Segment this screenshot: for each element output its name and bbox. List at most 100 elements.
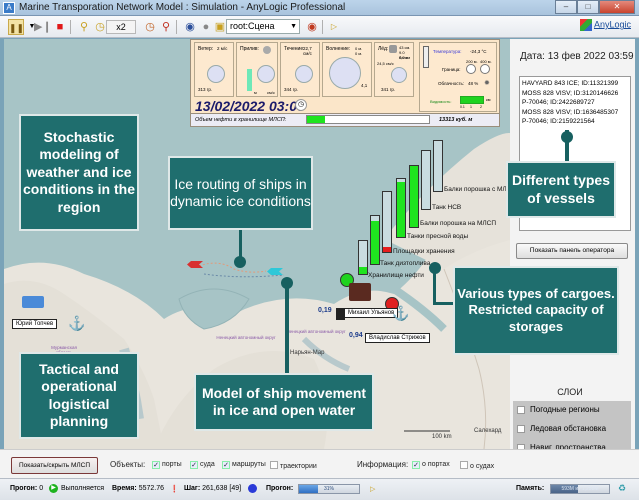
map-label-salekhard: Салехард [474,428,502,434]
pause-button[interactable]: ❚❚ [8,19,24,35]
ice-indicator [389,45,397,53]
cloud-icon: ✹ [484,80,490,87]
storage-tank-fill [410,166,418,227]
play-hint-icon[interactable]: ▷ [326,19,342,35]
ice-dial [391,67,407,83]
map-label-nenets-1: Ненецкий автономный округ [216,335,276,340]
storage-tank-fill [359,267,367,274]
callout-logistics-planning: Tactical and operational logistical plan… [19,352,139,439]
captain-label-topchev[interactable]: Юрий Топчев [12,319,58,329]
step-button[interactable]: ▶❙ [34,19,52,35]
speed-value: x2 [106,20,136,34]
layers-title: СЛОИ [557,387,583,397]
oil-storage-fill [307,116,326,123]
callout-knob [281,277,293,289]
run-state: Выполняется [61,485,105,492]
wind-dial [207,65,225,83]
run-progress-bar: 31% [298,484,360,494]
storage-tank [370,215,380,265]
captain-label-ulyanov[interactable]: Михаил Ульянов [344,308,399,318]
tide-dial [257,65,275,83]
tide-bar [247,69,252,91]
garbage-collect-icon[interactable]: ♻ [618,483,626,494]
speed-up-icon[interactable]: ◷ [142,19,158,35]
checkbox-routes[interactable]: ✓ маршруты [222,461,266,469]
storage-tank-label: Танк НСВ [432,204,462,211]
oil-storage-bar: Объем нефти в хранилище МЛСП: 13313 куб.… [191,113,499,126]
callout-cargo-types: Various types of cargoes. Restricted cap… [453,266,619,355]
callout-vessel-types: Different types of vessels [506,161,616,218]
border-1-indicator [466,64,476,74]
toggle-mlsp-button[interactable]: Показать/скрыть МЛСП [11,457,98,474]
minimize-button[interactable]: – [555,0,577,14]
checkbox-ships[interactable]: ✓ суда [190,461,215,469]
layer-ice-conditions[interactable]: Ледовая обстановка [513,420,631,438]
callout-knob [234,256,246,268]
layer-weather-regions[interactable]: Погодные регионы [513,401,631,419]
memory-bar: 593M из 1,258M [550,484,610,494]
ship-list-item[interactable]: P-70046; ID:2159221564 [522,117,628,127]
ship-list-item[interactable]: MOSS 828 VISV; ID:3120146626 [522,89,628,99]
chevron-down-icon: ▼ [290,23,297,30]
thermometer-icon [423,46,429,68]
experiment-icon[interactable]: ◉ [182,19,198,35]
wind-widget: Ветер: 2 м/с 313 гр. [194,42,234,97]
stop-button[interactable]: ■ [52,19,68,35]
checkbox[interactable] [517,425,525,433]
anchor-icon[interactable]: ⚓ [68,315,85,332]
callout-ship-movement: Model of ship movement in ice and open w… [194,373,374,431]
checkbox-port-info[interactable]: ✓ о портах [412,461,450,469]
slow-down-icon[interactable]: ⚲ [76,19,92,35]
status-bar: Прогон: 0 ▶ Выполняется Время: 5572.76 ❗… [0,478,639,500]
maximize-button[interactable]: □ [577,0,599,14]
storage-tank-label: Хранилище нефти [368,272,424,279]
storage-tank [358,240,368,275]
storage-tank-label: Танк дизтоплива [380,260,431,267]
play-hint-icon[interactable]: ▷ [370,485,375,493]
storage-tank-fill [397,181,405,237]
storage-tank [433,140,443,192]
current-datetime: 13/02/2022 03:00 [195,98,305,114]
storage-tank-label: Площадки хранения [393,248,455,255]
ship-list-item[interactable]: HAVYARD 843 ICE; ID:11321399 [522,79,628,89]
waves-dial [329,57,361,89]
ship-list-item[interactable]: MOSS 828 VISV; ID:1636485307 [522,108,628,118]
captain-value-strizhov: 0,94 [349,332,363,339]
view-area-icon[interactable]: ◉ [304,19,320,35]
app-icon: A [3,2,15,14]
show-operator-panel-button[interactable]: Показать панель оператора [516,243,628,259]
callout-knob [429,262,441,274]
storage-tank [409,165,419,228]
toolbar: ❚❚ ▼ ▶❙ ■ ⚲ ◷ x2 ◷ ⚲ ◉ ● ▣ root:Сцена ▼ ◉… [0,16,639,38]
callout-stem [285,282,289,377]
anylogic-logo[interactable]: AnyLogic [579,19,631,31]
port-murmansk-icon[interactable] [22,296,44,308]
visibility-bar [460,96,484,104]
checkbox-trajectories[interactable]: траектории [270,461,317,470]
checkbox-ports[interactable]: ✓ порты [152,461,182,469]
current-widget: Течение: 22,7 см/с 344 гр. [280,42,320,97]
fast-forward-icon[interactable]: ⚲ [158,19,174,35]
platform-mlsp-icon[interactable] [349,283,371,301]
checkbox[interactable] [517,406,525,414]
storage-tank-label: Балки порошка на МЛСП [420,220,496,227]
close-button[interactable]: ✕ [599,0,635,14]
current-dial [295,65,313,83]
storage-tank-fill [371,220,379,264]
tide-widget: Прилив: м см/с [236,42,278,97]
model-date: Дата: 13 фев 2022 03:59 [520,51,634,62]
conditions-widget: Температура: -24,3 °С 200 м. 400 м. Гран… [419,42,497,112]
border-2-indicator [480,64,490,74]
storage-tank [396,178,406,238]
tide-indicator [263,46,271,54]
title-bar: A Marine Transporation Network Model : S… [0,0,639,16]
waves-widget: Волнение: 0 м. 0 м. 4,1 [322,42,372,97]
checkbox-ship-info[interactable]: о судах [460,461,494,470]
captain-label-strizhov[interactable]: Владислав Стрижов [365,333,430,343]
weather-panel: Ветер: 2 м/с 313 гр. Прилив: м см/с Тече… [190,39,500,127]
ship-list-item[interactable]: P-70046; ID:2422689727 [522,98,628,108]
anylogic-mark-icon [579,19,592,31]
root-selector[interactable]: root:Сцена ▼ [226,19,300,34]
anchor-icon[interactable]: ⚓ [392,305,409,322]
clock-icon: ◷ [295,99,307,111]
